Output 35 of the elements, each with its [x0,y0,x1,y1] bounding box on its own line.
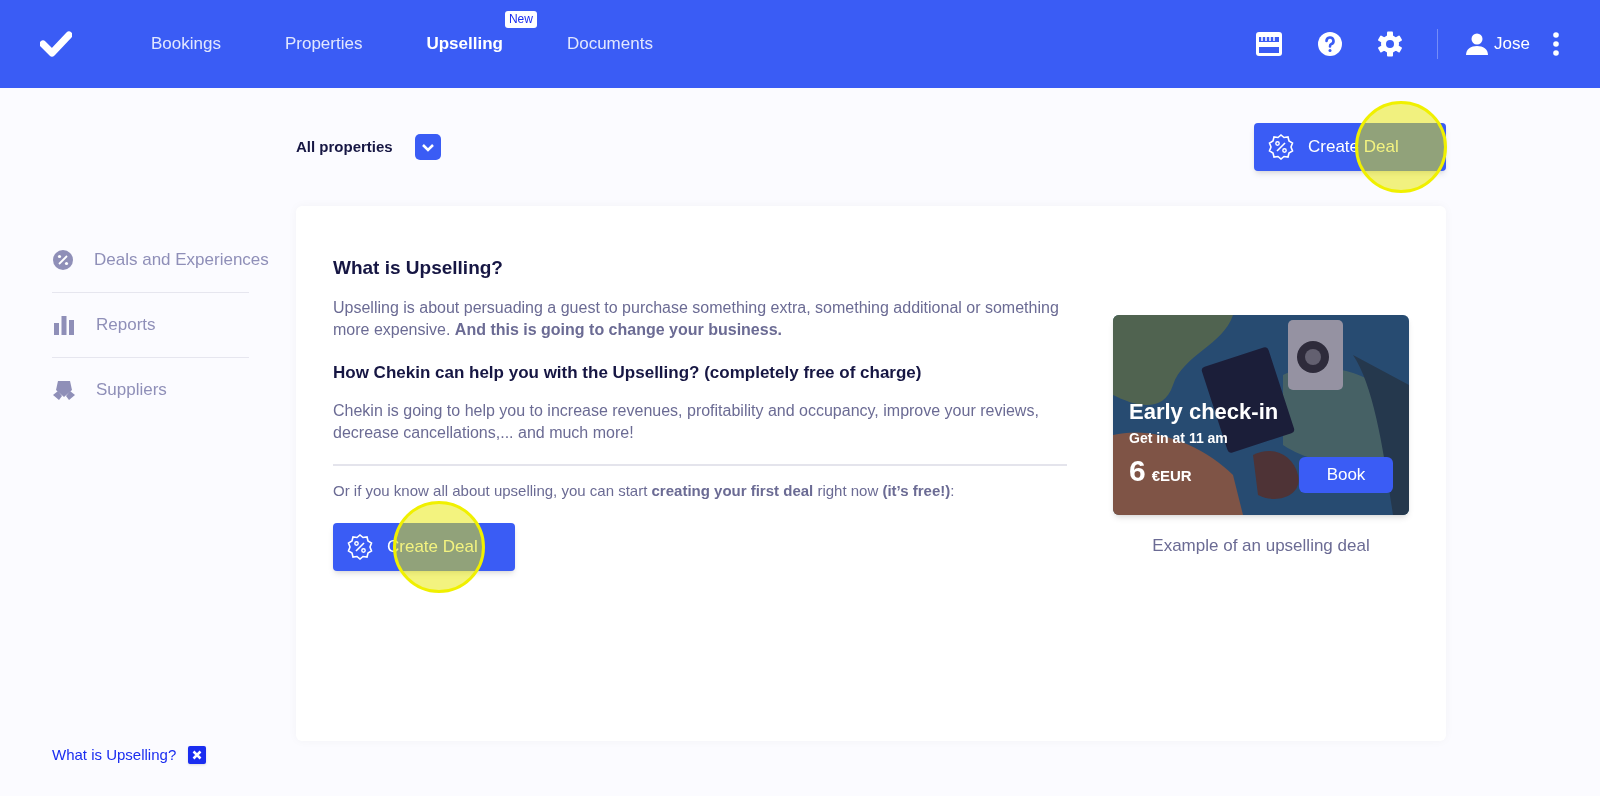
percent-badge-icon [1268,134,1294,160]
paragraph: Upselling is about persuading a guest to purchase something extra, something additional or something more expensive. And this is going to change your business. [333,297,1060,340]
more-icon[interactable] [1552,32,1560,56]
book-button[interactable]: Book [1299,457,1393,493]
sidebar-item[interactable]: Reports [96,312,156,338]
nav-tab[interactable]: Bookings [151,34,221,54]
close-icon[interactable] [188,745,207,764]
image-caption: Example of an upselling deal [1152,535,1370,557]
checkmark-logo[interactable] [40,31,72,57]
percent-badge-icon [347,533,373,560]
chevron-down-icon [420,142,435,152]
paragraph: Chekin is going to help you to increase revenues, profitability and occupancy, improve your reviews, decrease cancellations,... and much more! [333,401,1040,443]
dropdown-button[interactable] [414,134,441,160]
property-filter-value[interactable]: All properties [296,135,393,159]
deal-subtitle: Get in at 11 am [1129,429,1229,448]
settings-icon[interactable] [1377,31,1404,57]
nav-tab[interactable]: Properties [284,34,363,54]
deal-title: Early check-in [1129,398,1279,426]
storefront-icon[interactable] [1255,31,1284,57]
percent-badge-icon [52,249,74,271]
section-title: What is Upselling? [333,256,504,280]
deal-price: 6 [1129,453,1146,489]
deal-currency: €EUR [1151,466,1192,486]
nav-tab[interactable]: Documents [566,34,653,54]
bar-chart-icon [53,314,75,336]
paragraph: Or if you know all about upselling, you can start creating your first deal right now (it’s free!): [333,481,956,501]
sidebar-item[interactable]: Deals and Experiences [94,247,269,273]
nav-tab[interactable]: Upselling [426,34,503,54]
user-icon[interactable] [1466,33,1489,55]
sidebar-item[interactable]: Suppliers [96,377,167,403]
help-link[interactable]: What is Upselling? [52,743,177,766]
section-subtitle: How Chekin can help you with the Upselling? (completely free of charge) [333,361,923,384]
help-icon[interactable] [1317,31,1344,57]
user-name[interactable]: Jose [1494,31,1530,57]
new-badge: New [504,11,537,29]
